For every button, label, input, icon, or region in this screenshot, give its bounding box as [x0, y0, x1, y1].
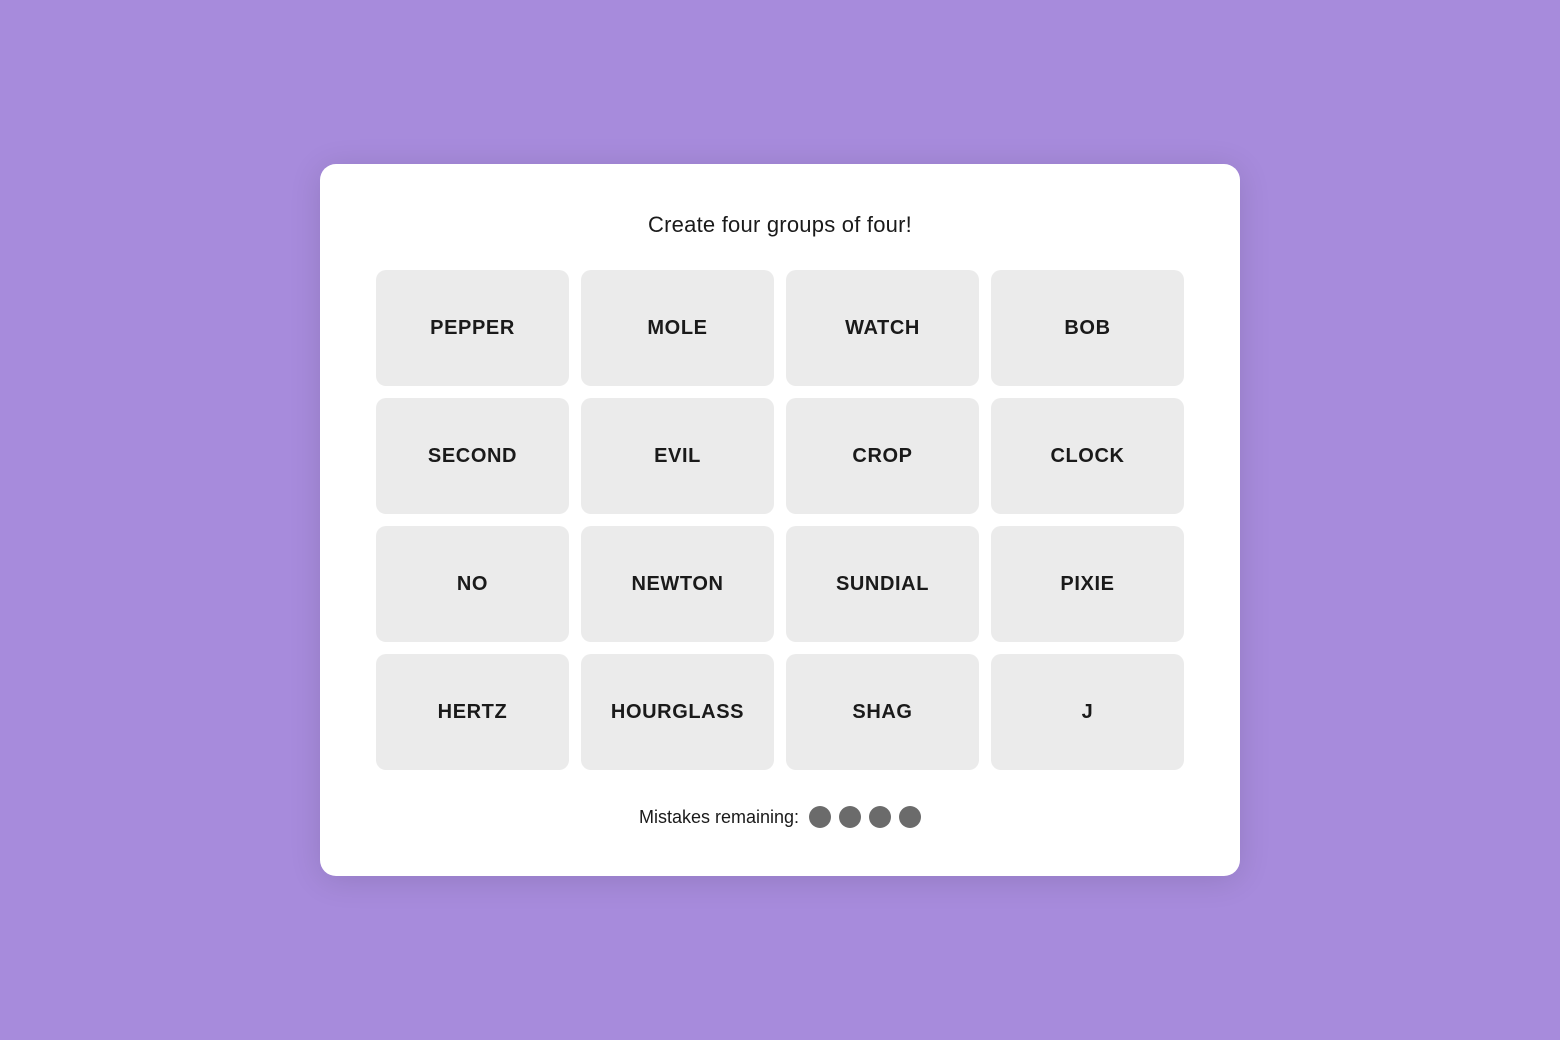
mistake-dot	[869, 806, 891, 828]
word-label: NO	[457, 573, 488, 596]
word-card[interactable]: MOLE	[581, 270, 774, 386]
word-label: SECOND	[428, 445, 517, 468]
word-label: CLOCK	[1050, 445, 1124, 468]
word-label: PIXIE	[1060, 573, 1114, 596]
word-label: CROP	[852, 445, 912, 468]
word-card[interactable]: EVIL	[581, 398, 774, 514]
game-title: Create four groups of four!	[376, 212, 1184, 238]
word-label: HERTZ	[438, 701, 508, 724]
word-label: HOURGLASS	[611, 701, 744, 724]
word-label: WATCH	[845, 317, 920, 340]
word-card[interactable]: PEPPER	[376, 270, 569, 386]
word-card[interactable]: SHAG	[786, 654, 979, 770]
word-label: SHAG	[852, 701, 912, 724]
word-card[interactable]: CLOCK	[991, 398, 1184, 514]
mistake-dot	[809, 806, 831, 828]
word-label: SUNDIAL	[836, 573, 929, 596]
word-card[interactable]: BOB	[991, 270, 1184, 386]
mistakes-label: Mistakes remaining:	[639, 807, 799, 828]
word-card[interactable]: HERTZ	[376, 654, 569, 770]
game-container: Create four groups of four! PEPPER MOLE WA…	[320, 164, 1240, 876]
word-card[interactable]: WATCH	[786, 270, 979, 386]
word-label: EVIL	[654, 445, 701, 468]
word-card[interactable]: CROP	[786, 398, 979, 514]
word-label: J	[1082, 701, 1094, 724]
word-label: NEWTON	[631, 573, 723, 596]
mistake-dot	[839, 806, 861, 828]
mistake-dot	[899, 806, 921, 828]
word-card[interactable]: SECOND	[376, 398, 569, 514]
word-card[interactable]: SUNDIAL	[786, 526, 979, 642]
word-card[interactable]: NO	[376, 526, 569, 642]
word-card[interactable]: PIXIE	[991, 526, 1184, 642]
word-grid: PEPPER MOLE WATCH BOB SECOND EVIL CROP CLOCK NO N…	[376, 270, 1184, 770]
mistakes-row: Mistakes remaining:	[376, 806, 1184, 828]
mistakes-dots	[809, 806, 921, 828]
word-card[interactable]: HOURGLASS	[581, 654, 774, 770]
word-card[interactable]: NEWTON	[581, 526, 774, 642]
word-label: PEPPER	[430, 317, 515, 340]
word-card[interactable]: J	[991, 654, 1184, 770]
word-label: MOLE	[647, 317, 707, 340]
word-label: BOB	[1064, 317, 1110, 340]
